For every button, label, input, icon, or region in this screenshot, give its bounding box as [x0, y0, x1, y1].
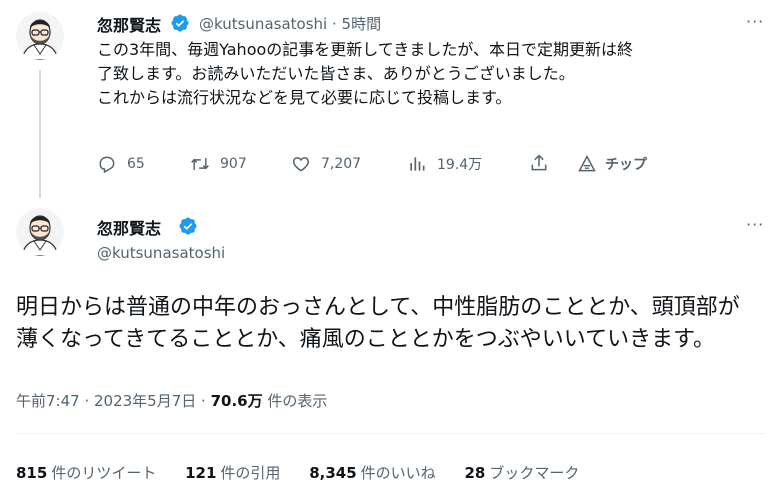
- reply-icon: [99, 156, 115, 174]
- tweet-text-line: これからは流行状況などを見て必要に応じて投稿します。: [97, 88, 512, 107]
- bookmarks-stat[interactable]: 28 ブックマーク: [464, 464, 579, 482]
- tweet-text: この3年間、毎週Yahooの記事を更新してきましたが、本日で定期更新は終 了致し…: [97, 38, 767, 110]
- like-button[interactable]: 7,207: [291, 154, 361, 174]
- views-chart-icon: [410, 157, 425, 171]
- avatar[interactable]: [16, 208, 64, 256]
- share-icon: [531, 154, 547, 171]
- avatar-illustration-icon: [16, 12, 64, 60]
- bookmarks-count: 28: [464, 464, 486, 482]
- verified-badge-icon: [179, 217, 197, 235]
- retweet-icon: [191, 158, 209, 170]
- retweets-count: 815: [16, 464, 48, 482]
- thread-connector-line: [39, 70, 41, 198]
- divider: [16, 433, 765, 434]
- retweet-count: 907: [220, 156, 247, 172]
- retweets-stat[interactable]: 815 件のリツイート: [16, 464, 156, 482]
- tweet-text: 明日からは普通の中年のおっさんとして、中性脂肪のこととか、頭頂部が 薄くなってき…: [16, 292, 771, 356]
- more-options-button[interactable]: ···: [746, 215, 764, 234]
- tweet-time[interactable]: 5時間: [342, 15, 382, 33]
- reply-button[interactable]: 65: [97, 154, 145, 174]
- tip-button[interactable]: チップ: [577, 154, 647, 174]
- bookmarks-label: ブックマーク: [489, 464, 580, 482]
- likes-stat[interactable]: 8,345 件のいいね: [309, 464, 435, 482]
- avatar[interactable]: [16, 12, 64, 60]
- quotes-stat[interactable]: 121 件の引用: [185, 464, 280, 482]
- tweet-text-line: この3年間、毎週Yahooの記事を更新してきましたが、本日で定期更新は終: [97, 40, 633, 59]
- reply-count: 65: [127, 156, 145, 172]
- quotes-label: 件の引用: [220, 464, 281, 482]
- views-button[interactable]: 19.4万: [407, 154, 482, 174]
- tip-label: チップ: [605, 157, 647, 173]
- heart-icon: [292, 157, 310, 172]
- user-handle[interactable]: @kutsunasatoshi: [199, 15, 327, 33]
- display-name[interactable]: 忽那賢志: [97, 215, 161, 239]
- user-handle[interactable]: @kutsunasatoshi: [97, 244, 225, 262]
- display-name[interactable]: 忽那賢志: [97, 12, 161, 36]
- likes-label: 件のいいね: [360, 464, 436, 482]
- like-count: 7,207: [321, 156, 362, 172]
- tweet-text-line: 了致します。お読みいただいた皆さま、ありがとうございました。: [97, 64, 575, 83]
- verified-badge-icon: [171, 14, 189, 32]
- tweet-text-line: 明日からは普通の中年のおっさんとして、中性脂肪のこととか、頭頂部が: [16, 295, 740, 320]
- tip-icon: [578, 154, 596, 172]
- retweet-button[interactable]: 907: [190, 154, 247, 174]
- retweets-label: 件のリツイート: [51, 464, 157, 482]
- avatar-illustration-icon: [16, 208, 64, 256]
- engagement-stats: 815 件のリツイート 121 件の引用 8,345 件のいいね 28 ブックマーク: [16, 462, 579, 483]
- more-options-button[interactable]: ···: [746, 12, 764, 31]
- view-count: 19.4万: [437, 157, 483, 173]
- quotes-count: 121: [185, 464, 217, 482]
- separator-dot: ·: [331, 15, 337, 33]
- tweet-meta: 午前7:47 · 2023年5月7日 · 70.6万 件の表示: [16, 390, 327, 411]
- view-count: 70.6万: [210, 392, 263, 410]
- tweet-timestamp[interactable]: 午前7:47 · 2023年5月7日 ·: [16, 392, 206, 410]
- share-button[interactable]: [529, 153, 549, 173]
- handle-and-time: @kutsunasatoshi · 5時間: [199, 13, 381, 34]
- likes-count: 8,345: [309, 464, 357, 482]
- tweet-text-line: 薄くなってきてることとか、痛風のこととかをつぶやいいていきます。: [16, 327, 715, 352]
- views-label: 件の表示: [267, 392, 328, 410]
